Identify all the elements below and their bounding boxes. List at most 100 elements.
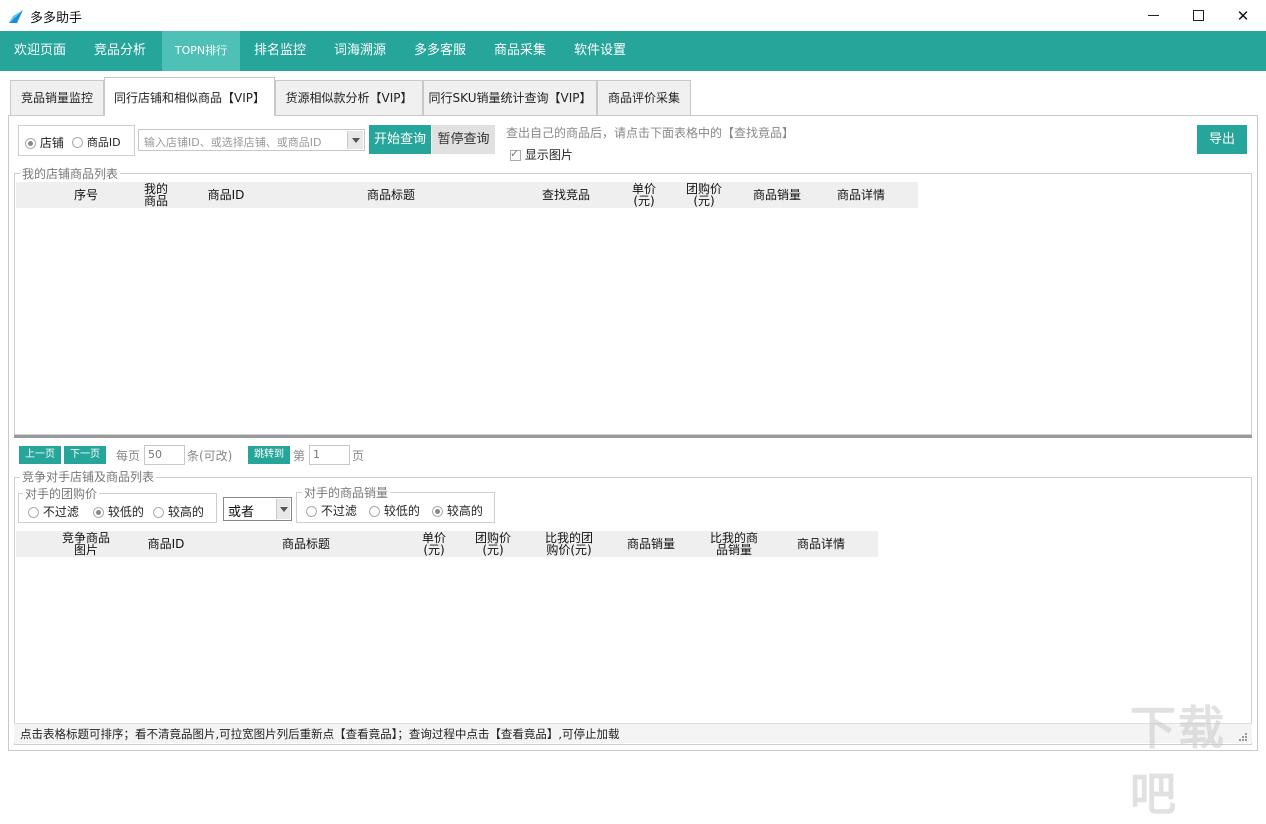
radio-shop[interactable]: 店铺	[25, 134, 64, 151]
col-group-price[interactable]: 团购价 (元)	[679, 183, 729, 207]
sales-filter-none[interactable]: 不过滤	[306, 502, 357, 519]
price-filter-lower[interactable]: 较低的	[93, 503, 144, 520]
nav-customer-service[interactable]: 多多客服	[400, 31, 480, 71]
col-competitor-sales[interactable]: 商品销量	[616, 538, 686, 550]
tab-review-collect[interactable]: 商品评价采集	[597, 80, 691, 115]
logic-select-value: 或者	[228, 505, 255, 520]
price-filter-label: 对手的团购价	[23, 485, 100, 502]
per-page-suffix: 条(可改)	[187, 449, 233, 463]
show-images-label: 显示图片	[524, 148, 573, 162]
shop-id-placeholder: 输入店铺ID、或选择店铺、或商品ID	[144, 136, 322, 149]
col-sales-diff[interactable]: 比我的商 品销量	[699, 532, 769, 556]
nav-settings[interactable]: 软件设置	[560, 31, 640, 71]
start-query-button[interactable]: 开始查询	[369, 125, 431, 154]
col-sales[interactable]: 商品销量	[742, 189, 812, 201]
sales-filter-lower-label: 较低的	[383, 504, 420, 518]
radio-indicator	[306, 506, 317, 517]
sales-filter-label: 对手的商品销量	[302, 484, 391, 501]
price-filter-higher[interactable]: 较高的	[153, 503, 204, 520]
app-logo-icon	[9, 10, 23, 23]
radio-shop-indicator	[25, 138, 36, 149]
col-competitor-title[interactable]: 商品标题	[266, 538, 346, 550]
col-competitor-details[interactable]: 商品详情	[786, 538, 856, 550]
col-price-diff[interactable]: 比我的团 购价(元)	[534, 532, 604, 556]
col-competitor-product-id[interactable]: 商品ID	[136, 538, 196, 550]
price-filter-higher-label: 较高的	[167, 505, 204, 519]
sales-filter-none-label: 不过滤	[320, 504, 357, 518]
col-index[interactable]: 序号	[66, 189, 106, 201]
radio-indicator	[28, 507, 39, 518]
nav-competitor-analysis[interactable]: 竞品分析	[80, 31, 160, 71]
price-filter-none-label: 不过滤	[42, 505, 79, 519]
jump-to-button[interactable]: 跳转到	[248, 446, 290, 464]
minimize-button[interactable]	[1130, 0, 1176, 31]
page-number-input[interactable]: 1	[309, 445, 350, 465]
tab-sku-stats[interactable]: 同行SKU销量统计查询【VIP】	[423, 80, 597, 115]
radio-product-id-indicator	[72, 137, 83, 148]
radio-indicator	[369, 506, 380, 517]
tab-similar-shops[interactable]: 同行店铺和相似商品【VIP】	[104, 77, 275, 116]
col-competitor-image[interactable]: 竞争商品 图片	[56, 532, 116, 556]
window-title: 多多助手	[30, 11, 83, 26]
logic-select[interactable]: 或者	[223, 497, 292, 521]
competitor-title: 竞争对手店铺及商品列表	[20, 468, 157, 485]
col-competitor-unit-price[interactable]: 单价 (元)	[414, 532, 454, 556]
pause-query-button[interactable]: 暂停查询	[432, 125, 495, 154]
title-bar	[0, 0, 1266, 31]
page-suffix: 页	[352, 449, 365, 463]
next-page-button[interactable]: 下一页	[64, 446, 106, 464]
tab-sales-monitor[interactable]: 竞品销量监控	[10, 80, 104, 115]
checkbox-indicator: ✓	[510, 147, 521, 161]
check-icon: ✓	[510, 147, 520, 160]
close-button[interactable]: ✕	[1220, 0, 1266, 31]
logic-select-dropdown[interactable]	[276, 499, 290, 519]
col-product-id[interactable]: 商品ID	[196, 189, 256, 201]
nav-topn-ranking[interactable]: TOPN排行	[162, 31, 240, 71]
status-text: 点击表格标题可排序；看不清竟品图片,可拉宽图片列后重新点【查看竟品】；查询过程中…	[20, 727, 620, 741]
chevron-down-icon	[280, 507, 288, 512]
per-page-label: 每页	[116, 449, 141, 463]
nav-welcome[interactable]: 欢迎页面	[0, 31, 80, 71]
sales-filter-higher[interactable]: 较高的	[432, 502, 483, 519]
maximize-icon	[1192, 10, 1204, 21]
splitter[interactable]	[14, 435, 1252, 438]
my-products-title: 我的店铺商品列表	[20, 165, 121, 182]
my-products-section	[14, 173, 1252, 435]
competitor-table-header: 竞争商品 图片 商品ID 商品标题 单价 (元) 团购价 (元) 比我的团 购价…	[16, 531, 878, 557]
price-filter-none[interactable]: 不过滤	[28, 503, 79, 520]
radio-indicator	[432, 506, 443, 517]
radio-shop-label: 店铺	[39, 136, 64, 150]
per-page-input[interactable]: 50	[144, 445, 185, 465]
col-my-product[interactable]: 我的 商品	[138, 183, 174, 207]
my-products-table-header: 序号 我的 商品 商品ID 商品标题 查找竞品 单价 (元) 团购价 (元) 商…	[16, 182, 918, 208]
minimize-icon	[1147, 15, 1159, 16]
shop-id-combobox[interactable]: 输入店铺ID、或选择店铺、或商品ID	[138, 129, 365, 151]
page-prefix: 第	[293, 449, 306, 463]
radio-product-id-label: 商品ID	[86, 136, 121, 149]
radio-indicator	[153, 507, 164, 518]
show-images-checkbox[interactable]: ✓ 显示图片	[510, 146, 573, 163]
sales-filter-higher-label: 较高的	[446, 504, 483, 518]
col-details[interactable]: 商品详情	[826, 189, 896, 201]
prev-page-button[interactable]: 上一页	[19, 446, 61, 464]
watermark-logo: 下载吧	[1130, 701, 1226, 821]
col-competitor-group-price[interactable]: 团购价 (元)	[468, 532, 518, 556]
nav-product-collect[interactable]: 商品采集	[480, 31, 560, 71]
export-button[interactable]: 导出	[1197, 125, 1247, 154]
radio-indicator	[93, 507, 104, 518]
hint-text: 查出自己的商品后，请点击下面表格中的【查找竟品】	[506, 126, 795, 140]
sales-filter-lower[interactable]: 较低的	[369, 502, 420, 519]
price-filter-lower-label: 较低的	[107, 505, 144, 519]
chevron-down-icon	[352, 138, 360, 143]
radio-product-id[interactable]: 商品ID	[72, 134, 121, 150]
nav-rank-monitor[interactable]: 排名监控	[240, 31, 320, 71]
main-nav: 欢迎页面 竞品分析 TOPN排行 排名监控 词海溯源 多多客服 商品采集 软件设…	[0, 31, 1266, 71]
col-unit-price[interactable]: 单价 (元)	[624, 183, 664, 207]
nav-keyword-source[interactable]: 词海溯源	[320, 31, 400, 71]
col-find-competitor[interactable]: 查找竞品	[531, 189, 601, 201]
close-icon: ✕	[1236, 6, 1250, 25]
col-product-title[interactable]: 商品标题	[346, 189, 436, 201]
tab-source-analysis[interactable]: 货源相似款分析【VIP】	[275, 80, 423, 115]
maximize-button[interactable]	[1175, 0, 1221, 31]
combobox-dropdown-button[interactable]	[347, 131, 363, 149]
